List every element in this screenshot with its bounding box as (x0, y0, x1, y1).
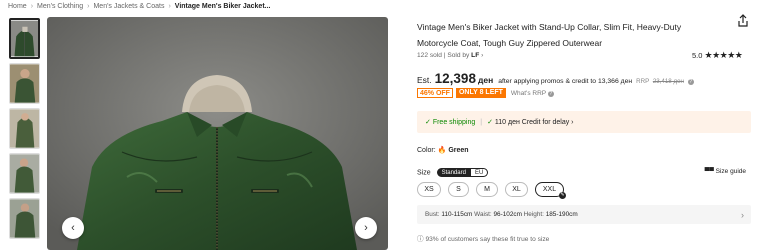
breadcrumb-current: Vintage Men's Biker Jacket... (174, 3, 271, 10)
sold-row: 122 sold | Sold by LF › (417, 52, 484, 59)
size-option-m[interactable]: M (476, 182, 498, 197)
breadcrumb-home[interactable]: Home (8, 3, 27, 10)
thumbnail-1[interactable] (9, 18, 40, 59)
rating[interactable]: 5.0 ★★★★★ (692, 50, 743, 61)
credit-delay-label: 110 ден Credit for delay (494, 118, 570, 126)
previous-image-button[interactable]: ‹ (62, 217, 84, 239)
breadcrumb-separator: › (168, 3, 171, 10)
size-eu-option[interactable]: EU (470, 168, 489, 177)
size-standard-option[interactable]: Standard (436, 168, 471, 177)
thumbnail-2[interactable] (9, 63, 40, 104)
ruler-icon: ▀▀ (704, 168, 716, 175)
chevron-right-icon: › (479, 52, 484, 59)
info-icon: ? (547, 90, 554, 97)
color-label: Color: (417, 147, 436, 154)
main-product-image[interactable] (47, 17, 388, 250)
promo-text[interactable]: after applying promos & credit to 13,366… (498, 78, 632, 85)
height-label: Height: (523, 211, 544, 218)
free-shipping-label: Free shipping (432, 118, 476, 126)
breadcrumb: Home › Men's Clothing › Men's Jackets & Coat… (8, 3, 271, 10)
chevron-right-icon: › (569, 118, 574, 126)
info-icon[interactable]: ? (687, 79, 694, 85)
est-label: Est. (417, 75, 432, 85)
bust-value: 110-115cm (441, 211, 473, 218)
discount-badge: 46% OFF (417, 88, 453, 98)
check-icon: ✓ (487, 119, 495, 126)
color-row: Color: 🔥 Green (417, 146, 469, 154)
bust-label: Bust: (425, 211, 440, 218)
sold-by-label: Sold by (447, 52, 470, 59)
breadcrumb-mens-clothing[interactable]: Men's Clothing (37, 3, 83, 10)
rrp: RRP 23,418 ден ? (636, 78, 694, 85)
rating-value: 5.0 (692, 51, 703, 60)
size-options: XS S M XL XXL ✎ (417, 182, 571, 199)
thumbnail-3[interactable] (9, 108, 40, 149)
size-system-toggle[interactable]: Standard EU (436, 168, 489, 177)
check-icon: ✓ (425, 119, 433, 126)
stock-badge: ONLY 8 LEFT (455, 88, 506, 98)
rrp-value: 23,418 ден (652, 78, 684, 85)
waist-label: Waist: (474, 211, 492, 218)
whats-rrp-link[interactable]: What's RRP ? (511, 90, 554, 97)
rrp-label: RRP (636, 78, 650, 85)
size-option-xl[interactable]: XL (505, 182, 528, 197)
thumbnail-5[interactable] (9, 198, 40, 239)
size-option-xs[interactable]: XS (417, 182, 441, 197)
size-option-s[interactable]: S (448, 182, 469, 197)
flame-icon: 🔥 (437, 147, 447, 154)
currency: ден (477, 75, 494, 85)
chevron-left-icon: ‹ (71, 222, 75, 234)
thumbnail-4[interactable] (9, 153, 40, 194)
price: 12,398 (434, 71, 476, 86)
size-row: Size Standard EU ▀▀ Size guide (417, 168, 751, 177)
badge-row: 46% OFF ONLY 8 LEFT What's RRP ? (417, 88, 554, 98)
height-value: 185-190cm (545, 211, 578, 218)
sold-count: 122 sold (417, 52, 442, 59)
waist-value: 96-102cm (493, 211, 522, 218)
fit-note: ⓘ 93% of customers say these fit true to… (417, 236, 550, 243)
size-label: Size (417, 169, 431, 177)
chevron-right-icon: › (741, 209, 744, 220)
color-value: Green (448, 147, 469, 154)
edit-icon: ✎ (559, 192, 566, 199)
fit-details-row[interactable]: Bust: 110-115cm Waist: 96-102cm Height: … (417, 205, 751, 224)
breadcrumb-jackets[interactable]: Men's Jackets & Coats (93, 3, 164, 10)
shipping-banner[interactable]: ✓ Free shipping | ✓ 110 ден Credit for d… (417, 111, 751, 133)
chevron-right-icon: › (364, 222, 368, 234)
size-guide-link[interactable]: ▀▀ Size guide (705, 168, 746, 175)
share-icon[interactable] (736, 14, 750, 28)
next-image-button[interactable]: › (355, 217, 377, 239)
product-title: Vintage Men's Biker Jacket with Stand-Up… (417, 22, 682, 48)
breadcrumb-separator: › (30, 3, 34, 10)
thumbnail-strip (9, 18, 41, 243)
size-option-xxl[interactable]: XXL ✎ (535, 182, 566, 199)
price-row: Est. 12,398 ден after applying promos & … (417, 71, 694, 86)
breadcrumb-separator: › (87, 3, 90, 10)
rating-stars: ★★★★★ (704, 50, 743, 60)
